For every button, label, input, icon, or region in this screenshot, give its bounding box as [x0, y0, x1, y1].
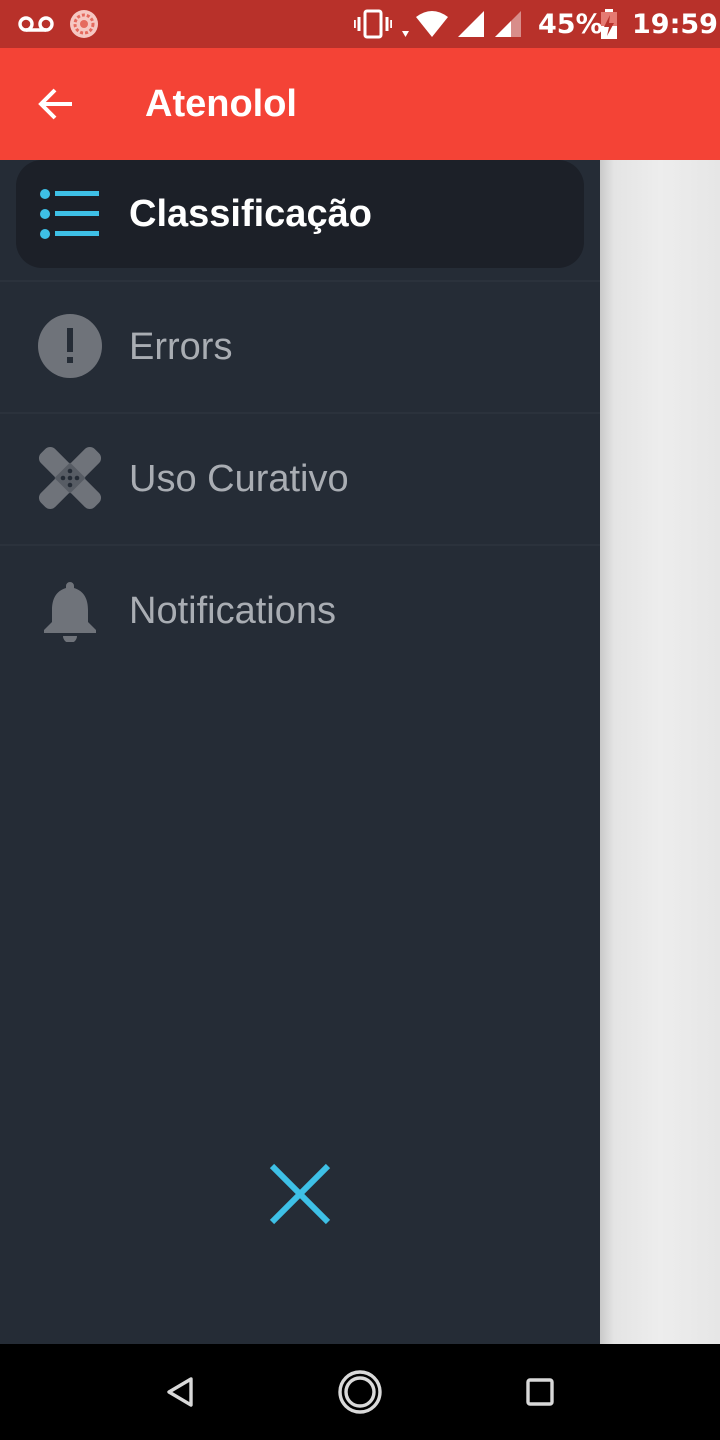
bell-icon [38, 578, 102, 642]
nav-home-button[interactable] [330, 1362, 390, 1422]
wifi-icon [400, 0, 456, 48]
vibrate-icon [354, 0, 392, 48]
drawer-scrim[interactable] [600, 160, 720, 1344]
drawer-item-classificacao[interactable]: Classificação [16, 160, 584, 268]
drawer-item-label: Uso Curativo [129, 458, 349, 500]
drawer-item-uso-curativo[interactable]: Uso Curativo [0, 414, 600, 544]
signal-icon [493, 0, 523, 48]
list-icon [38, 182, 102, 246]
app-bar: Atenolol [0, 48, 720, 160]
signal-icon [456, 0, 486, 48]
nav-recents-button[interactable] [510, 1362, 570, 1422]
system-navigation-bar [0, 1344, 720, 1440]
arrow-back-icon [38, 88, 72, 120]
navigation-drawer: Classificação Errors Uso Curativo Notifi… [0, 160, 600, 1344]
drawer-item-label: Classificação [129, 193, 372, 235]
drawer-item-notifications[interactable]: Notifications [0, 546, 600, 676]
battery-charging-icon [600, 0, 618, 48]
error-icon [38, 314, 102, 378]
nav-back-button[interactable] [150, 1362, 210, 1422]
recents-square-icon [526, 1378, 554, 1406]
back-button[interactable] [26, 74, 86, 134]
battery-percentage: 45% [538, 8, 603, 40]
page-title: Atenolol [145, 83, 297, 125]
close-icon [269, 1163, 331, 1225]
drawer-item-label: Notifications [129, 590, 336, 632]
bandage-icon [38, 446, 102, 510]
drawer-item-errors[interactable]: Errors [0, 282, 600, 412]
clock-time: 19:59 [632, 8, 718, 40]
back-triangle-icon [167, 1377, 193, 1407]
home-circle-icon [338, 1370, 382, 1414]
drawer-item-label: Errors [129, 326, 233, 368]
status-bar: 45% 19:59 [0, 0, 720, 48]
voicemail-icon [18, 0, 54, 48]
close-drawer-button[interactable] [262, 1156, 338, 1232]
notification-app-icon [68, 0, 100, 48]
